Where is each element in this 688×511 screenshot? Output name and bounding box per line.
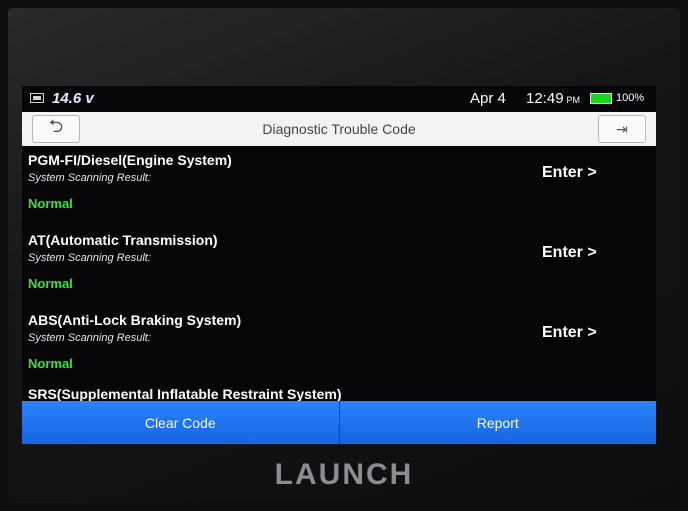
system-subtitle: System Scanning Result: [28,332,151,344]
status-time: 12:49 PM [526,90,580,107]
system-name: AT(Automatic Transmission) [28,232,218,248]
chevron-right-icon: > [587,324,597,341]
system-result: Normal [28,276,73,291]
enter-button[interactable]: Enter > [542,164,597,182]
system-subtitle: System Scanning Result: [28,252,151,264]
chevron-right-icon: > [587,164,597,181]
system-result: Normal [28,356,73,371]
report-button[interactable]: Report [339,401,656,444]
system-name: ABS(Anti-Lock Braking System) [28,312,242,328]
system-list[interactable]: PGM-FI/Diesel(Engine System) System Scan… [22,146,656,401]
exit-icon: ⇥ [616,120,628,137]
enter-label: Enter [542,244,583,261]
enter-label: Enter [542,324,583,341]
bottom-action-bar: Clear Code Report [22,401,656,444]
system-row-srs-partial[interactable]: SRS(Supplemental Inflatable Restraint Sy… [28,386,342,401]
enter-button[interactable]: Enter > [542,324,597,342]
enter-button[interactable]: Enter > [542,244,597,262]
chevron-right-icon: > [587,244,597,261]
status-time-ampm: PM [566,95,581,105]
vehicle-battery-icon [30,93,44,103]
battery-icon [590,93,612,104]
voltage-readout: 14.6 v [52,90,94,107]
enter-label: Enter [542,164,583,181]
status-time-value: 12:49 [526,90,564,107]
system-row-engine[interactable]: PGM-FI/Diesel(Engine System) System Scan… [22,146,656,226]
battery-percent: 100% [616,92,645,104]
status-date: Apr 4 [470,90,506,107]
system-row-abs[interactable]: ABS(Anti-Lock Braking System) System Sca… [22,306,656,386]
system-name: PGM-FI/Diesel(Engine System) [28,152,232,168]
system-subtitle: System Scanning Result: [28,172,151,184]
brand-logo: LAUNCH [274,458,414,491]
clear-code-button[interactable]: Clear Code [22,401,339,444]
page-title: Diagnostic Trouble Code [262,121,416,137]
device-screen: 14.6 v Apr 4 12:49 PM 100% ⮌ Diagnostic T… [22,86,656,444]
exit-button[interactable]: ⇥ [598,115,646,143]
status-bar: 14.6 v Apr 4 12:49 PM 100% [22,86,656,112]
system-result: Normal [28,196,73,211]
system-row-transmission[interactable]: AT(Automatic Transmission) System Scanni… [22,226,656,306]
title-bar: ⮌ Diagnostic Trouble Code ⇥ [22,112,656,146]
